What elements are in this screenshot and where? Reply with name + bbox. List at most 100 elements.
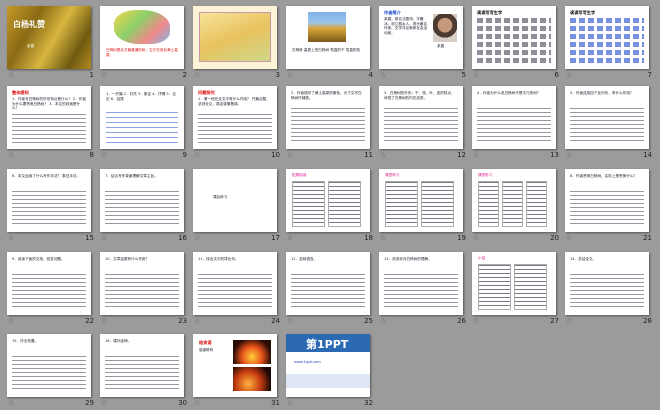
slide-thumbnail[interactable]: 5．作者连用四个反问句，有什么作用？ [565,86,649,149]
author-name: 茅盾 [437,44,445,48]
slide-text: 9．阅读下面的文段，回答问题。 [12,257,65,261]
slide-text: 白杨树是北方最普通的树，生长在西北黄土高原。 [106,48,178,57]
slide-number: 18 [364,234,373,242]
slide-transition-icon[interactable]: ☆ [101,234,107,242]
slide-thumbnail[interactable]: 白杨林 高原上的白杨树 笔直的干 笔直的枝 [286,6,370,69]
text-lines [570,42,644,47]
slide-thumbnail[interactable]: 结束语 感谢聆听 [193,334,277,397]
slide-thumbnail[interactable]: 14．总结全文。 [565,252,649,315]
slide-transition-icon[interactable]: ☆ [566,71,572,79]
text-lines [105,191,179,227]
slide-text: 10．文章结尾有什么作用？ [105,257,150,261]
slide-thumbnail[interactable]: 小结 [472,252,556,315]
slide-thumbnail[interactable]: 白杨礼赞 茅盾 [7,6,91,69]
text-box [502,181,523,227]
slide-cell: 课堂练习 ☆ 20 [469,166,563,247]
slide-transition-icon[interactable]: ☆ [8,71,14,79]
slide-transition-icon[interactable]: ☆ [101,399,107,407]
slide-number: 27 [550,317,559,325]
slide-transition-icon[interactable]: ☆ [287,151,293,159]
slide-thumbnail[interactable]: 10．文章结尾有什么作用？ [100,252,184,315]
slide-number: 1 [89,71,94,79]
slide-text: 4．作者为什么说白杨树不是平凡的树？ [477,91,541,95]
slide-transition-icon[interactable]: ☆ [194,151,200,159]
slide-cell: 11．找出文中的排比句。 ☆ 24 [190,249,284,330]
slide-thumbnail[interactable] [193,6,277,69]
slide-transition-icon[interactable]: ☆ [194,71,200,79]
slide-thumbnail[interactable]: 13．说说你对白杨树的理解。 [379,252,463,315]
slide-transition-icon[interactable]: ☆ [8,317,14,325]
slide-transition-icon[interactable]: ☆ [473,151,479,159]
slide-transition-icon[interactable]: ☆ [8,399,14,407]
slide-transition-icon[interactable]: ☆ [194,399,200,407]
slide-thumbnail[interactable]: 12．品味语言。 [286,252,370,315]
slide-text: 1．第一段在全文中有什么作用？ 开篇点题，总领全文，奠定感情基调。 [198,97,270,106]
slide-thumbnail[interactable]: 作者简介 茅盾，原名沈德鸿，字雁冰，浙江桐乡人，现代著名作家、文学评论家和社会活动… [379,6,463,69]
slide-text: 课堂练习 [385,173,400,177]
slide-thumbnail[interactable]: 1．一开篇 2．衬托 3．象征 4．抒情 5．议论 6．结尾 [100,86,184,149]
slide-thumbnail[interactable]: 6．本文运用了什么写作手法？ 象征手法。 [7,169,91,232]
slide-thumbnail[interactable]: 问题探究 1．第一段在全文中有什么作用？ 开篇点题，总领全文，奠定感情基调。 [193,86,277,149]
slide-cell: 课后练习 ☆ 17 [190,166,284,247]
slide-title: 作者简介 [384,10,401,15]
slide-thumbnail[interactable]: 9．阅读下面的文段，回答问题。 [7,252,91,315]
slide-transition-icon[interactable]: ☆ [287,399,293,407]
slide-number: 11 [364,151,373,159]
slide-thumbnail[interactable]: 课后练习 [193,169,277,232]
slide-text: 2．作者描写了黄土高原的景色，为下文写白杨树作铺垫。 [291,91,362,100]
fire-photo-image [233,340,271,364]
slide-transition-icon[interactable]: ☆ [287,234,293,242]
slide-number: 3 [275,71,280,79]
slide-transition-icon[interactable]: ☆ [473,317,479,325]
slide-thumbnail[interactable]: 15．作业布置。 [7,334,91,397]
slide-transition-icon[interactable]: ☆ [473,234,479,242]
slide-transition-icon[interactable]: ☆ [566,151,572,159]
slide-transition-icon[interactable]: ☆ [380,71,386,79]
slide-text: 小结 [478,256,486,260]
text-lines [570,274,644,310]
slide-transition-icon[interactable]: ☆ [566,234,572,242]
slide-transition-icon[interactable]: ☆ [287,71,293,79]
slide-transition-icon[interactable]: ☆ [8,151,14,159]
slide-cell: 读读写写生字 ☆ 7 [562,3,656,84]
slide-transition-icon[interactable]: ☆ [380,234,386,242]
slide-thumbnail[interactable]: 16．课外延伸。 [100,334,184,397]
slide-thumbnail[interactable]: 4．作者为什么说白杨树不是平凡的树？ [472,86,556,149]
slide-thumbnail[interactable]: 读读写写生字 [565,6,649,69]
slide-transition-icon[interactable]: ☆ [101,151,107,159]
slide-cell: 10．文章结尾有什么作用？ ☆ 23 [97,249,191,330]
text-lines [477,26,551,31]
slide-cell: 白杨礼赞 茅盾 ☆ 1 [4,3,98,84]
slide-thumbnail[interactable]: 2．作者描写了黄土高原的景色，为下文写白杨树作铺垫。 [286,86,370,149]
slide-thumbnail[interactable]: 11．找出文中的排比句。 [193,252,277,315]
slide-number: 19 [457,234,466,242]
slide-transition-icon[interactable]: ☆ [566,317,572,325]
slide-transition-icon[interactable]: ☆ [380,317,386,325]
slide-transition-icon[interactable]: ☆ [380,151,386,159]
slide-number: 6 [554,71,559,79]
slide-transition-icon[interactable]: ☆ [8,234,14,242]
slide-thumbnail[interactable]: 白杨树是北方最普通的树，生长在西北黄土高原。 [100,6,184,69]
slide-thumbnail[interactable]: 课堂练习 [472,169,556,232]
slide-thumbnail[interactable]: 8．作者赞美白杨树，实际上是赞美什么？ [565,169,649,232]
text-lines [570,58,644,63]
slide-transition-icon[interactable]: ☆ [194,317,200,325]
slide-transition-icon[interactable]: ☆ [473,71,479,79]
slide-thumbnail[interactable]: 第1PPT www.1ppt.com [286,334,370,397]
slide-transition-icon[interactable]: ☆ [101,71,107,79]
slide-thumbnail[interactable]: 课堂练习 [379,169,463,232]
slide-cell: 第1PPT www.1ppt.com ☆ 32 [283,331,377,410]
slide-cell: 13．说说你对白杨树的理解。 ☆ 26 [376,249,470,330]
text-box [478,264,511,310]
slide-thumbnail[interactable]: 7．结合写作背景理解文章主旨。 [100,169,184,232]
slide-thumbnail[interactable]: 拓展阅读 [286,169,370,232]
slide-cell: 小结 ☆ 27 [469,249,563,330]
slide-thumbnail[interactable]: 整体感知 1．作者写白杨树的外形特点是什么？ 2．作者为什么要赞美白杨树？ 3．本… [7,86,91,149]
slide-thumbnail[interactable]: 读读写写生字 [472,6,556,69]
slide-transition-icon[interactable]: ☆ [101,317,107,325]
slide-thumbnail[interactable]: 3．白杨树的外形：干、枝、叶、皮的特点，体现了白杨树的内在品质。 [379,86,463,149]
slide-number: 22 [85,317,94,325]
text-box [421,181,454,227]
slide-transition-icon[interactable]: ☆ [287,317,293,325]
slide-transition-icon[interactable]: ☆ [194,234,200,242]
